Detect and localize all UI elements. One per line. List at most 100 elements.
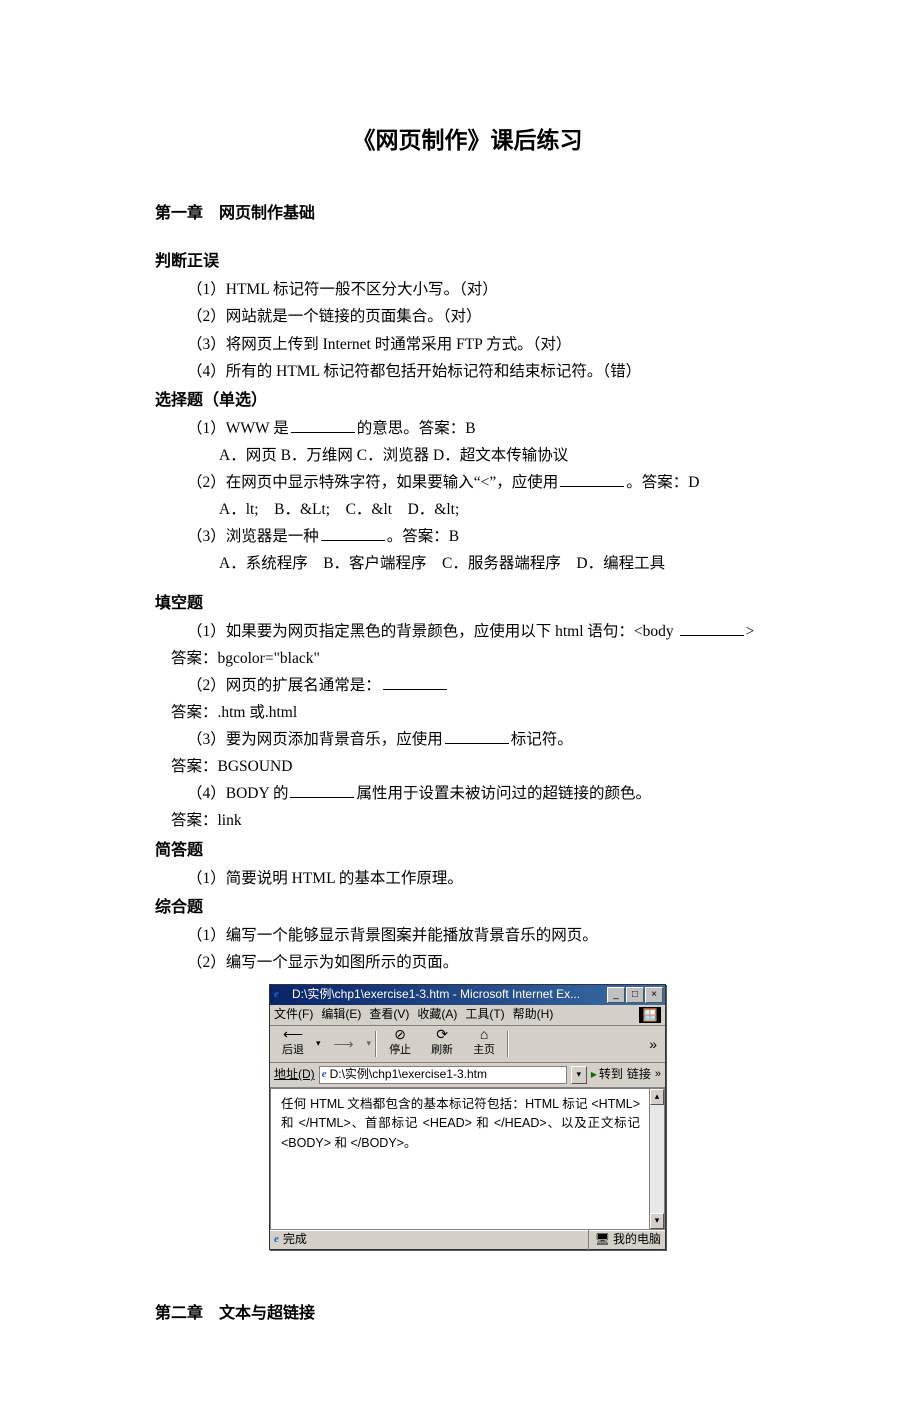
menu-edit[interactable]: 编辑(E) [321, 1004, 361, 1025]
chapter-1-heading: 第一章 网页制作基础 [155, 200, 780, 228]
dropdown-caret-icon[interactable]: ▾ [367, 1036, 372, 1052]
fill-a2: 答案：.htm 或.html [155, 699, 780, 726]
short-heading: 简答题 [155, 837, 780, 865]
ie-title-text: D:\实例\chp1\exercise1-3.htm - Microsoft I… [292, 984, 607, 1005]
address-label: 地址(D) [274, 1064, 315, 1085]
comp-heading: 综合题 [155, 894, 780, 922]
ie-content-area: 任何 HTML 文档都包含的基本标记符包括：HTML 标记 <HTML> 和 <… [270, 1088, 665, 1230]
choice-q1: （1）WWW 是 的意思。答案：B [155, 415, 780, 442]
document-page: 《网页制作》课后练习 第一章 网页制作基础 判断正误 （1）HTML 标记符一般… [0, 0, 920, 1408]
ie-toolbar: ⟵ 后退 ▾ ⟶ ▾ ⊘ 停止 ⟳ 刷新 ⌂ [270, 1026, 665, 1063]
status-done-text: 完成 [283, 1229, 307, 1250]
refresh-icon: ⟳ [433, 1027, 451, 1041]
fill-q3: （3）要为网页添加背景音乐，应使用 标记符。 [155, 726, 780, 753]
choice-q3-opts: A．系统程序 B．客户端程序 C．服务器端程序 D．编程工具 [155, 550, 780, 577]
choice-q2-opts: A．lt; B．&Lt; C．&lt D．&lt; [155, 496, 780, 523]
choice-q2-stem-a: （2）在网页中显示特殊字符，如果要输入“<”，应使用 [187, 474, 558, 491]
fill-q1-a: （1）如果要为网页指定黑色的背景颜色，应使用以下 html 语句：<body [187, 623, 678, 640]
comp-q1: （1）编写一个能够显示背景图案并能播放背景音乐的网页。 [155, 922, 780, 949]
home-icon: ⌂ [475, 1027, 493, 1041]
ie-screenshot: e D:\实例\chp1\exercise1-3.htm - Microsoft… [155, 984, 780, 1250]
fill-q4-a: （4）BODY 的 [187, 785, 288, 802]
fill-q3-b: 标记符。 [511, 731, 573, 748]
blank [321, 526, 385, 541]
ie-address-bar: 地址(D) e D:\实例\chp1\exercise1-3.htm ▾ ▸ 转… [270, 1063, 665, 1088]
blank [445, 729, 509, 744]
fill-a1: 答案：bgcolor="black" [155, 645, 780, 672]
minimize-button[interactable]: _ [607, 987, 625, 1003]
judge-item: （2）网站就是一个链接的页面集合。（对） [155, 303, 780, 330]
choice-heading: 选择题（单选） [155, 387, 780, 415]
doc-title: 《网页制作》课后练习 [155, 120, 780, 160]
blank [291, 418, 355, 433]
refresh-label: 刷新 [431, 1041, 453, 1060]
zone-icon: 🖥 [595, 1229, 610, 1250]
back-label: 后退 [282, 1041, 304, 1060]
ie-window: e D:\实例\chp1\exercise1-3.htm - Microsoft… [269, 984, 666, 1250]
forward-arrow-icon: ⟶ [335, 1037, 353, 1051]
stop-icon: ⊘ [391, 1027, 409, 1041]
stop-button[interactable]: ⊘ 停止 [381, 1027, 419, 1060]
back-button[interactable]: ⟵ 后退 [274, 1027, 312, 1060]
go-label: 转到 [599, 1064, 623, 1085]
status-zone-text: 我的电脑 [613, 1229, 661, 1250]
menu-help[interactable]: 帮助(H) [513, 1004, 554, 1025]
toolbar-separator [375, 1031, 377, 1057]
home-label: 主页 [473, 1041, 495, 1060]
home-button[interactable]: ⌂ 主页 [465, 1027, 503, 1060]
links-overflow-icon[interactable]: » [655, 1065, 661, 1084]
scroll-track[interactable] [650, 1105, 664, 1213]
fill-q3-a: （3）要为网页添加背景音乐，应使用 [187, 731, 443, 748]
fill-heading: 填空题 [155, 590, 780, 618]
go-icon: ▸ [591, 1064, 597, 1085]
ie-titlebar: e D:\实例\chp1\exercise1-3.htm - Microsoft… [270, 985, 665, 1005]
scroll-down-button[interactable]: ▾ [650, 1213, 664, 1229]
judge-item: （3）将网页上传到 Internet 时通常采用 FTP 方式。（对） [155, 331, 780, 358]
go-button[interactable]: ▸ 转到 [591, 1064, 623, 1085]
blank [680, 621, 744, 636]
choice-q1-stem-b: 的意思。答案：B [357, 420, 476, 437]
maximize-button[interactable]: □ [626, 987, 644, 1003]
dropdown-caret-icon[interactable]: ▾ [316, 1036, 321, 1052]
ie-throbber-icon: 🪟 [639, 1007, 661, 1023]
fill-q4: （4）BODY 的 属性用于设置未被访问过的超链接的颜色。 [155, 780, 780, 807]
fill-q4-b: 属性用于设置未被访问过的超链接的颜色。 [356, 785, 651, 802]
address-dropdown-button[interactable]: ▾ [571, 1066, 587, 1084]
fill-q1-b: > [746, 623, 755, 640]
judge-item: （4）所有的 HTML 标记符都包括开始标记符和结束标记符。（错） [155, 358, 780, 385]
fill-q2-text: （2）网页的扩展名通常是： [187, 677, 381, 694]
stop-label: 停止 [389, 1041, 411, 1060]
choice-q3: （3）浏览器是一种。答案：B [155, 523, 780, 550]
chapter-2-heading: 第二章 文本与超链接 [155, 1300, 780, 1328]
blank [383, 675, 447, 690]
choice-q2-stem-b: 。答案：D [626, 474, 699, 491]
page-icon: e [322, 1069, 327, 1080]
ie-status-bar: e 完成 🖥 我的电脑 [270, 1230, 665, 1249]
fill-a3: 答案：BGSOUND [155, 753, 780, 780]
fill-q2: （2）网页的扩展名通常是： [155, 672, 780, 699]
close-button[interactable]: × [645, 987, 663, 1003]
ie-app-icon: e [274, 988, 288, 1002]
scroll-up-button[interactable]: ▴ [650, 1089, 664, 1105]
fill-a4: 答案：link [155, 807, 780, 834]
links-button[interactable]: 链接 [627, 1064, 651, 1085]
judge-item: （1）HTML 标记符一般不区分大小写。（对） [155, 276, 780, 303]
refresh-button[interactable]: ⟳ 刷新 [423, 1027, 461, 1060]
ie-window-buttons: _ □ × [607, 987, 663, 1003]
short-q1: （1）简要说明 HTML 的基本工作原理。 [155, 865, 780, 892]
choice-q2: （2）在网页中显示特殊字符，如果要输入“<”，应使用 。答案：D [155, 469, 780, 496]
toolbar-overflow-icon[interactable]: » [645, 1032, 661, 1057]
status-page-icon: e [274, 1234, 279, 1245]
toolbar-separator [507, 1031, 509, 1057]
choice-q1-stem-a: （1）WWW 是 [187, 420, 289, 437]
choice-q1-opts: A．网页 B．万维网 C．浏览器 D．超文本传输协议 [155, 442, 780, 469]
blank [290, 783, 354, 798]
forward-button[interactable]: ⟶ [325, 1037, 363, 1051]
page-body-text: 任何 HTML 文档都包含的基本标记符包括：HTML 标记 <HTML> 和 <… [281, 1095, 654, 1153]
fill-q1: （1）如果要为网页指定黑色的背景颜色，应使用以下 html 语句：<body > [155, 618, 780, 645]
vertical-scrollbar[interactable]: ▴ ▾ [649, 1089, 664, 1229]
address-input[interactable]: e D:\实例\chp1\exercise1-3.htm [319, 1066, 567, 1084]
address-value: D:\实例\chp1\exercise1-3.htm [330, 1066, 487, 1084]
comp-q2: （2）编写一个显示为如图所示的页面。 [155, 949, 780, 976]
judge-heading: 判断正误 [155, 248, 780, 276]
